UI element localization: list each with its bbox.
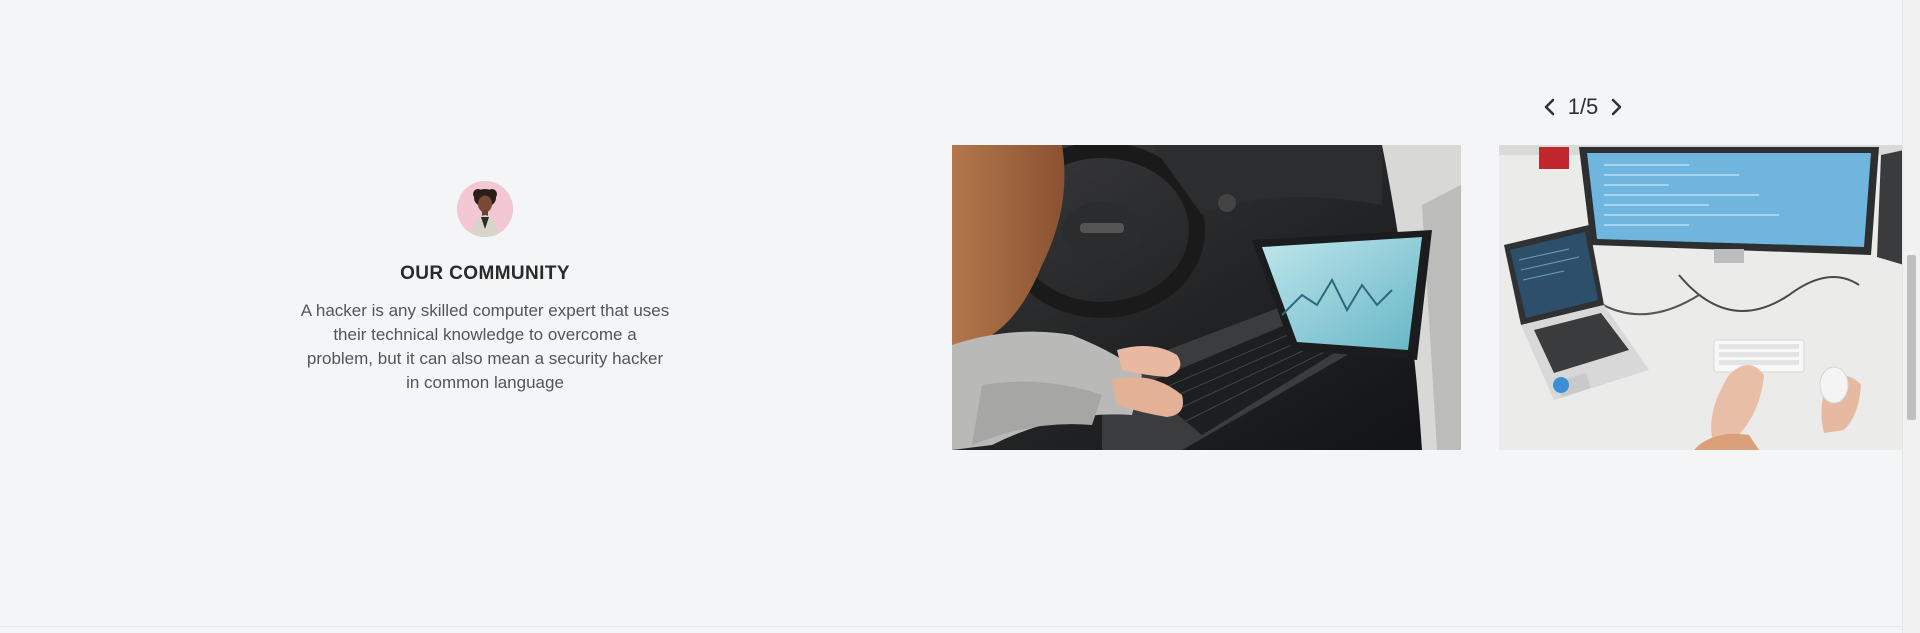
community-title: OUR COMMUNITY [400,263,570,284]
chevron-left-icon[interactable] [1540,97,1560,117]
carousel-pager: 1/5 [1533,92,1633,122]
laptop-in-car-image [952,145,1461,450]
vertical-scrollbar[interactable] [1902,0,1920,633]
community-avatar [457,181,513,237]
chevron-right-icon[interactable] [1606,97,1626,117]
carousel-slide-image[interactable] [952,145,1461,450]
community-section: OUR COMMUNITY A hacker is any skilled co… [285,181,685,395]
page: OUR COMMUNITY A hacker is any skilled co… [0,0,1920,633]
person-avatar-icon [457,181,513,237]
pager-counter: 1/5 [1567,94,1599,119]
scrollbar-thumb[interactable] [1907,255,1916,420]
section-divider [0,626,1903,627]
desk-workstation-image [1499,145,1904,450]
community-description: A hacker is any skilled computer expert … [300,301,670,392]
carousel-slide-image[interactable] [1499,145,1904,450]
